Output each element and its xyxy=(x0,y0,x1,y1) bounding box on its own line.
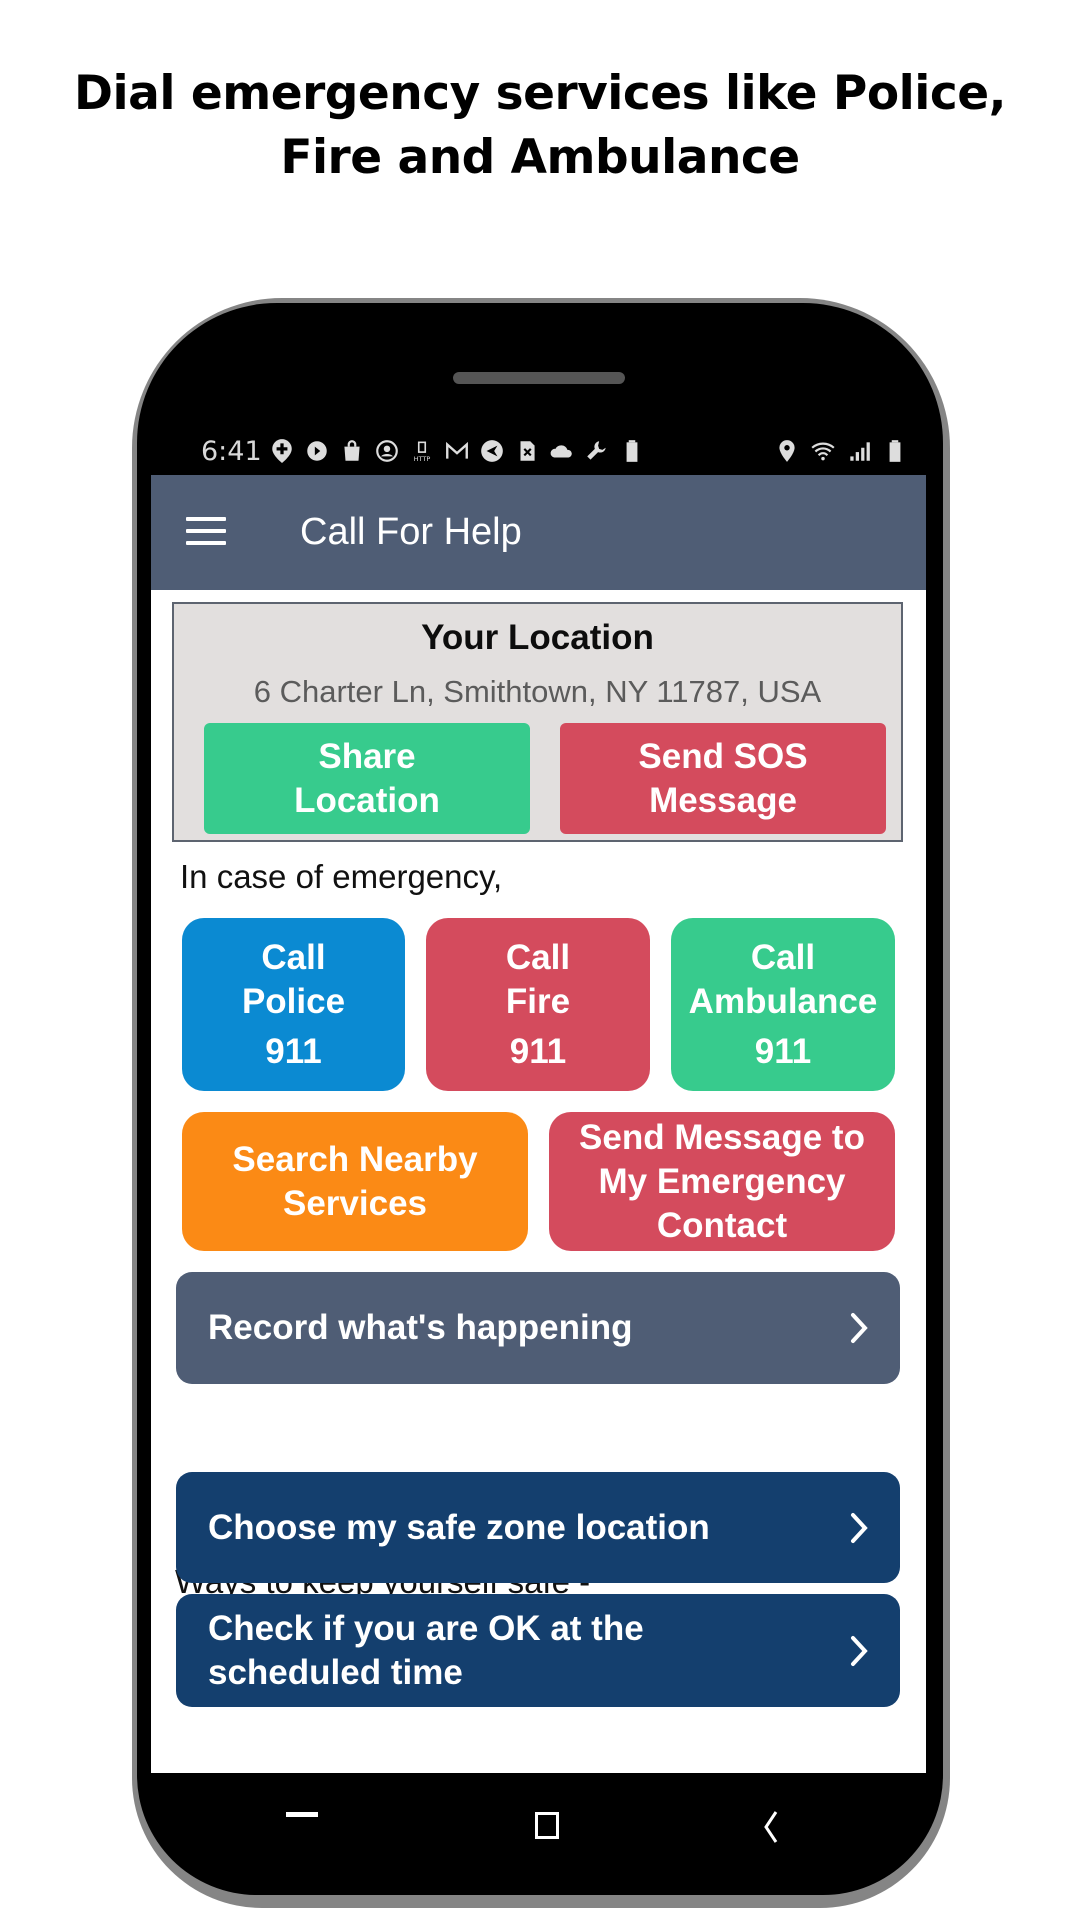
check-in-label-1: Check if you are OK at the xyxy=(208,1608,644,1648)
chevron-right-icon xyxy=(851,1635,868,1666)
send-sos-label-2: Message xyxy=(649,780,797,820)
share-location-label-1: Share xyxy=(318,736,416,776)
call-police-number: 911 xyxy=(265,1031,322,1071)
wifi-icon xyxy=(810,438,836,464)
search-nearby-label-1: Search Nearby xyxy=(232,1139,478,1179)
call-police-label-2: Police xyxy=(241,981,346,1021)
send-message-emergency-contact-button[interactable]: Send Message to My Emergency Contact xyxy=(549,1112,895,1251)
back-icon[interactable] xyxy=(760,1810,782,1844)
record-label: Record what's happening xyxy=(208,1308,633,1347)
gmail-icon xyxy=(444,438,470,464)
call-fire-number: 911 xyxy=(509,1031,567,1071)
call-ambulance-button[interactable]: Call Ambulance 911 xyxy=(671,918,895,1091)
chevron-right-icon xyxy=(851,1313,868,1343)
phone-speaker xyxy=(453,372,625,384)
call-fire-label-2: Fire xyxy=(505,981,571,1021)
chevron-right-icon xyxy=(851,1512,868,1543)
call-fire-label-1: Call xyxy=(505,937,571,977)
scheduled-check-in-button[interactable]: Check if you are OK at the scheduled tim… xyxy=(176,1594,900,1707)
wrench-icon xyxy=(584,438,610,464)
battery-100-icon xyxy=(619,438,645,464)
home-icon[interactable] xyxy=(535,1812,559,1839)
call-ambulance-label-1: Call xyxy=(750,937,816,977)
call-police-button[interactable]: Call Police 911 xyxy=(182,918,405,1091)
http-icon: HTTP xyxy=(409,438,435,464)
location-address: 6 Charter Ln, Smithtown, NY 11787, USA xyxy=(253,674,822,709)
safe-zone-label: Choose my safe zone location xyxy=(208,1507,710,1547)
headline-line-2: Fire and Ambulance xyxy=(280,130,800,185)
shopping-bag-icon xyxy=(339,438,365,464)
share-location-label-2: Location xyxy=(294,780,440,820)
app-screen: Call For Help Your Location 6 Charter Ln… xyxy=(151,475,926,1773)
play-icon xyxy=(304,438,330,464)
call-police-label-1: Call xyxy=(261,937,326,977)
hamburger-menu-icon[interactable] xyxy=(186,517,228,547)
promo-headline: Dial emergency services like Police, Fir… xyxy=(0,62,1080,190)
medical-location-icon xyxy=(269,438,295,464)
recent-apps-icon[interactable] xyxy=(286,1812,318,1817)
call-fire-button[interactable]: Call Fire 911 xyxy=(426,918,650,1091)
status-bar: 6:41 HTTP xyxy=(151,430,926,475)
signal-icon xyxy=(846,438,872,464)
call-ambulance-number: 911 xyxy=(754,1031,812,1071)
svg-text:HTTP: HTTP xyxy=(414,455,431,463)
headline-line-1: Dial emergency services like Police, xyxy=(74,66,1006,121)
choose-safe-zone-button[interactable]: Choose my safe zone location xyxy=(176,1472,900,1583)
emergency-section-label: In case of emergency, xyxy=(180,858,503,895)
send-message-label-2: My Emergency xyxy=(598,1161,846,1201)
search-nearby-label-2: Services xyxy=(282,1183,428,1223)
call-ambulance-label-2: Ambulance xyxy=(688,981,878,1021)
sim-error-icon xyxy=(514,438,540,464)
send-sos-label-1: Send SOS xyxy=(638,736,808,776)
share-location-button[interactable]: Share Location xyxy=(204,723,530,834)
record-whats-happening-button[interactable]: Record what's happening xyxy=(176,1272,900,1384)
send-sos-button[interactable]: Send SOS Message xyxy=(560,723,886,834)
search-nearby-services-button[interactable]: Search Nearby Services xyxy=(182,1112,528,1251)
location-title: Your Location xyxy=(421,618,654,657)
send-message-label-3: Contact xyxy=(656,1205,788,1245)
cloud-icon xyxy=(549,438,575,464)
send-icon xyxy=(479,438,505,464)
battery-icon xyxy=(882,438,908,464)
app-bar: Call For Help xyxy=(151,475,926,590)
status-time: 6:41 xyxy=(201,436,262,467)
check-in-label-2: scheduled time xyxy=(208,1652,463,1692)
send-message-label-1: Send Message to xyxy=(579,1117,865,1157)
location-card: Your Location 6 Charter Ln, Smithtown, N… xyxy=(172,602,903,842)
account-icon xyxy=(374,438,400,464)
location-icon xyxy=(774,438,800,464)
app-title: Call For Help xyxy=(300,511,522,553)
